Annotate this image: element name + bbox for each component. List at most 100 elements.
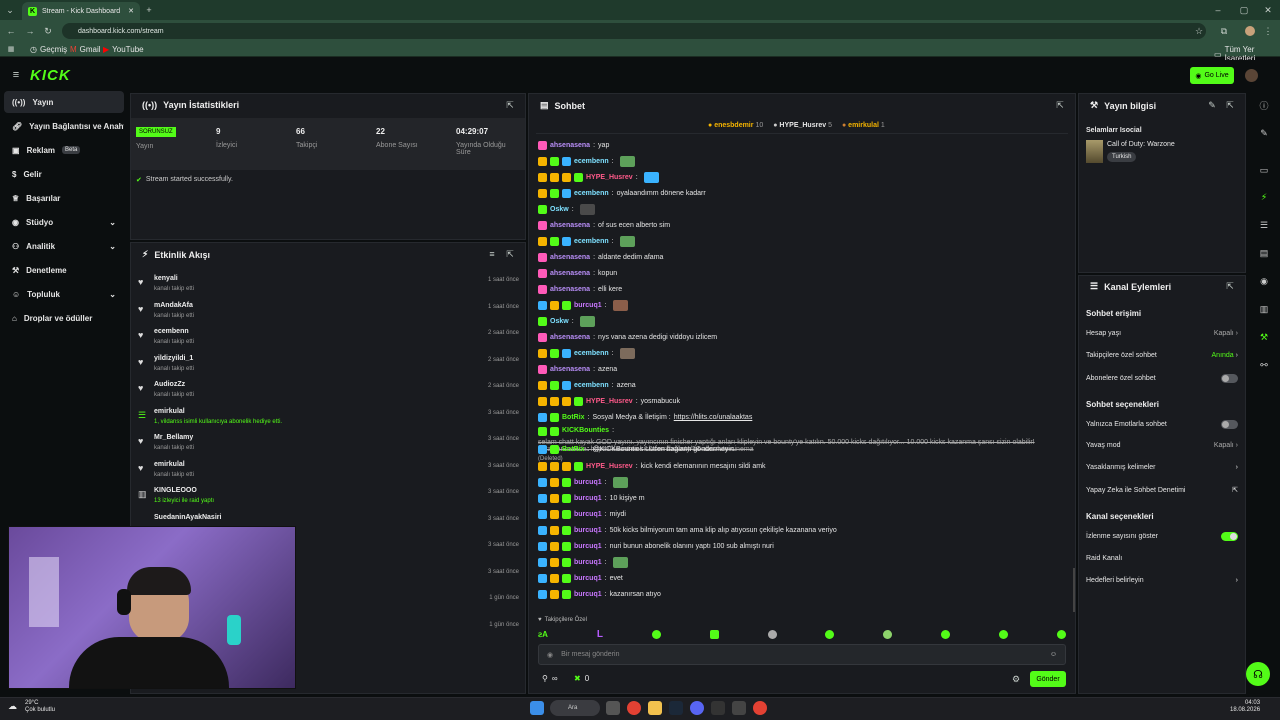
chat-username[interactable]: burcuq1 [574, 527, 602, 534]
weather-widget[interactable]: 29°C Çok bulutlu [25, 700, 55, 714]
sidebar-item-drops[interactable]: ⌂ Droplar ve ödüller [4, 307, 124, 329]
chat-username[interactable]: ahsenasena [550, 254, 590, 261]
back-icon[interactable]: ← [5, 25, 17, 37]
chat-username[interactable]: ahsenasena [550, 142, 590, 149]
send-button[interactable]: Gönder [1030, 671, 1066, 687]
activity-user[interactable]: Mr_Bellamy [154, 434, 193, 441]
activity-user[interactable]: SuedaninAyakNasiri [154, 514, 221, 521]
slow-mode-row[interactable]: Yavaş mod Kapalı › [1086, 442, 1238, 449]
sidebar-item-moderation[interactable]: ⚒ Denetleme [4, 259, 124, 281]
chrome-icon[interactable] [753, 701, 767, 715]
chat-username[interactable]: ahsenasena [550, 286, 590, 293]
chat-username[interactable]: ahsenasena [550, 270, 590, 277]
subs-chat-row[interactable]: Abonelere özel sohbet [1086, 374, 1238, 383]
close-window-icon[interactable]: ✕ [1262, 4, 1274, 16]
wrench-icon[interactable]: ⚒ [1254, 327, 1274, 347]
app-icon[interactable] [732, 701, 746, 715]
chat-username[interactable]: burcuq1 [574, 302, 602, 309]
activity-user[interactable]: yildizyildi_1 [154, 355, 193, 362]
chat-username[interactable]: ahsenasena [550, 222, 590, 229]
account-age-row[interactable]: Hesap yaşı Kapalı › [1086, 330, 1238, 337]
emote-icon[interactable] [941, 629, 951, 639]
chat-username[interactable]: ecembenn [574, 238, 609, 245]
banned-words-row[interactable]: Yasaklanmış kelimeler › [1086, 464, 1238, 471]
sidebar-item-stream[interactable]: ((•)) Yayın [4, 91, 124, 113]
chat-username[interactable]: BotRix [562, 414, 585, 421]
emote-icon[interactable] [825, 629, 835, 639]
show-viewers-toggle[interactable] [1221, 532, 1238, 541]
extensions-icon[interactable]: ⧉ [1218, 25, 1230, 37]
emote-icon[interactable] [883, 629, 893, 639]
subs-chat-toggle[interactable] [1221, 374, 1238, 383]
emote-icon[interactable] [1056, 629, 1066, 639]
forward-icon[interactable]: → [24, 25, 36, 37]
stack-icon[interactable]: ▥ [1254, 299, 1274, 319]
info-icon[interactable]: ⓘ [1254, 95, 1274, 115]
epic-icon[interactable] [711, 701, 725, 715]
popout-icon[interactable]: ⇱ [1055, 100, 1065, 110]
close-tab-icon[interactable]: ✕ [128, 7, 134, 15]
activity-user[interactable]: emirkulal [154, 408, 185, 415]
chat-username[interactable]: ecembenn [574, 158, 609, 165]
chat-username[interactable]: burcuq1 [574, 511, 602, 518]
url-input[interactable]: dashboard.kick.com/stream [62, 23, 1206, 39]
chat-username[interactable]: Oskw [550, 206, 569, 213]
reload-icon[interactable]: ↻ [42, 25, 54, 37]
activity-user[interactable]: KINGLEOOO [154, 487, 197, 494]
popout-icon[interactable]: ⇱ [505, 100, 515, 110]
tab-search-icon[interactable]: ⌄ [4, 4, 16, 16]
chat-username[interactable]: KICKBounties [562, 427, 609, 434]
browser-menu-icon[interactable]: ⋮ [1262, 25, 1274, 37]
support-chat-button[interactable]: ☊ [1246, 662, 1270, 686]
emote-icon[interactable]: L [597, 629, 603, 640]
sidebar-item-community[interactable]: ☺ Topluluk ⌄ [4, 283, 124, 305]
goals-row[interactable]: Hedefleri belirleyin › [1086, 577, 1238, 584]
user-avatar[interactable] [1245, 69, 1258, 82]
list-icon[interactable]: ☰ [1254, 215, 1274, 235]
activity-user[interactable]: emirkulal [154, 461, 185, 468]
card-icon[interactable]: ▭ [1254, 160, 1274, 180]
chat-username[interactable]: ahsenasena [550, 366, 590, 373]
show-viewers-row[interactable]: İzlenme sayısını göster [1086, 532, 1238, 541]
go-live-button[interactable]: ◉ Go Live [1190, 67, 1234, 84]
sidebar-item-studio[interactable]: ◉ Stüdyo ⌄ [4, 211, 124, 233]
bookmark-gmail[interactable]: M Gmail [70, 45, 101, 54]
maximize-icon[interactable]: ▢ [1238, 4, 1250, 16]
followers-chat-row[interactable]: Takipçilere özel sohbet Anında › [1086, 352, 1238, 359]
chat-username[interactable]: burcuq1 [574, 559, 602, 566]
sidebar-item-revenue[interactable]: $ Gelir [4, 163, 124, 185]
ai-moderation-row[interactable]: Yapay Zeka ile Sohbet Denetimi ⇱ [1086, 486, 1238, 495]
browser-tab[interactable]: K Stream - Kick Dashboard ✕ [22, 2, 140, 20]
bookmark-history[interactable]: ◷ Geçmiş [30, 45, 67, 54]
apps-grid-icon[interactable]: ▦ [6, 44, 16, 54]
popout-icon[interactable]: ⇱ [1225, 100, 1235, 110]
chat-username[interactable]: burcuq1 [574, 575, 602, 582]
chat-username[interactable]: burcuq1 [574, 543, 602, 550]
new-tab-icon[interactable]: + [143, 4, 155, 16]
emote-icon[interactable] [767, 629, 777, 639]
sidebar-item-achievements[interactable]: ♕ Başarılar [4, 187, 124, 209]
chat-username[interactable]: burcuq1 [574, 495, 602, 502]
chat-username[interactable]: ecembenn [574, 350, 609, 357]
emoji-icon[interactable]: ☺ [1050, 651, 1057, 658]
sidebar-item-stream-key[interactable]: 🔗︎ Yayın Bağlantısı ve Anahtarı [4, 115, 124, 137]
edit-icon[interactable]: ✎ [1254, 123, 1274, 143]
chat-username[interactable]: BotRix [562, 446, 585, 453]
raid-row[interactable]: Raid Kanalı [1086, 555, 1238, 562]
kicks-balance[interactable]: ✖ 0 [574, 674, 589, 683]
popout-icon[interactable]: ⇱ [505, 249, 515, 259]
chrome-icon[interactable] [627, 701, 641, 715]
lightning-icon[interactable]: ⚡︎ [1254, 187, 1274, 207]
popout-icon[interactable]: ⇱ [1225, 281, 1235, 291]
chat-settings-icon[interactable]: ⚙ [1011, 674, 1021, 684]
bookmark-youtube[interactable]: ▶ YouTube [103, 45, 144, 54]
chat-scrollbar[interactable] [1073, 568, 1075, 612]
emote-icon[interactable] [999, 629, 1009, 639]
discord-icon[interactable] [690, 701, 704, 715]
emote-only-toggle[interactable] [1221, 420, 1238, 429]
activity-user[interactable]: kenyali [154, 275, 178, 282]
activity-user[interactable]: mAndakAfa [154, 302, 193, 309]
channel-points[interactable]: ⚲ ∞ [542, 674, 558, 683]
taskbar-search[interactable]: Ara [550, 700, 600, 716]
chat-username[interactable]: HYPE_Husrev [586, 463, 633, 470]
